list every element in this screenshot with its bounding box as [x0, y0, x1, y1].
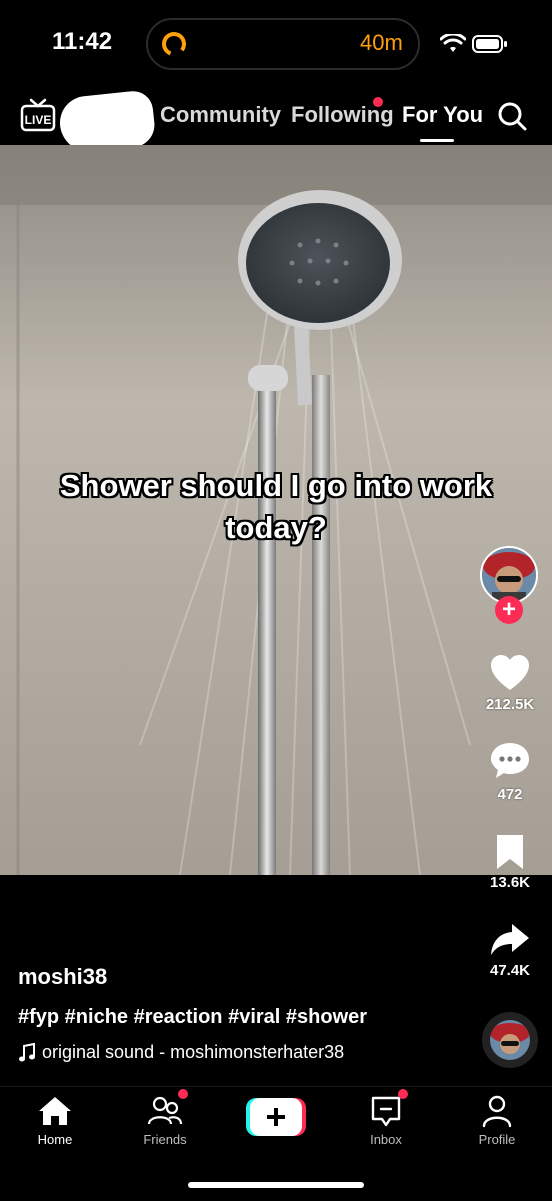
comment-icon[interactable]	[490, 741, 530, 781]
nav-inbox[interactable]: Inbox	[341, 1094, 431, 1147]
comment-count: 472	[497, 786, 523, 803]
sound-name[interactable]: original sound - moshimonsterhater38	[42, 1042, 344, 1063]
post-username[interactable]: moshi38	[18, 964, 107, 990]
profile-icon	[482, 1095, 512, 1128]
inbox-badge	[398, 1089, 408, 1099]
music-note-icon	[19, 1043, 35, 1062]
save-count: 13.6K	[489, 874, 531, 891]
post-hashtags[interactable]: #fyp #niche #reaction #viral #shower	[18, 1006, 367, 1029]
wifi-icon	[440, 34, 466, 52]
nav-profile-label: Profile	[478, 1132, 516, 1147]
live-icon[interactable]: LIVE	[20, 97, 56, 133]
avatar-image	[482, 548, 536, 602]
heart-icon[interactable]	[490, 654, 530, 694]
sound-disc-image	[490, 1020, 530, 1060]
nav-friends[interactable]: Friends	[120, 1094, 210, 1147]
friends-badge	[178, 1089, 188, 1099]
status-time: 11:42	[52, 28, 113, 55]
tab-for-you[interactable]: For You	[402, 102, 483, 128]
video-caption: Shower should I go into work today?	[59, 468, 493, 545]
nav-friends-label: Friends	[143, 1132, 187, 1147]
tab-community[interactable]: Community	[160, 102, 281, 128]
activity-ring-icon	[162, 32, 186, 56]
like-count: 212.5K	[485, 696, 535, 713]
nav-home-label: Home	[37, 1132, 73, 1147]
home-indicator[interactable]	[188, 1182, 364, 1188]
nav-home[interactable]: Home	[10, 1094, 100, 1147]
svg-text:LIVE: LIVE	[25, 113, 52, 127]
search-icon[interactable]	[497, 101, 527, 131]
battery-icon	[472, 35, 507, 53]
bookmark-icon[interactable]	[490, 832, 530, 872]
activity-timer: 40m	[360, 30, 403, 55]
share-count: 47.4K	[489, 962, 531, 979]
create-icon[interactable]	[246, 1098, 306, 1136]
home-icon	[39, 1097, 71, 1125]
friends-icon	[147, 1096, 183, 1125]
sound-disc[interactable]	[482, 1012, 538, 1068]
follow-plus-button[interactable]: +	[495, 596, 523, 624]
share-icon[interactable]	[490, 920, 530, 960]
inbox-icon	[371, 1096, 401, 1127]
following-notification-dot	[373, 97, 383, 107]
nav-inbox-label: Inbox	[370, 1132, 402, 1147]
nav-profile[interactable]: Profile	[452, 1094, 542, 1147]
active-tab-indicator	[420, 139, 454, 142]
